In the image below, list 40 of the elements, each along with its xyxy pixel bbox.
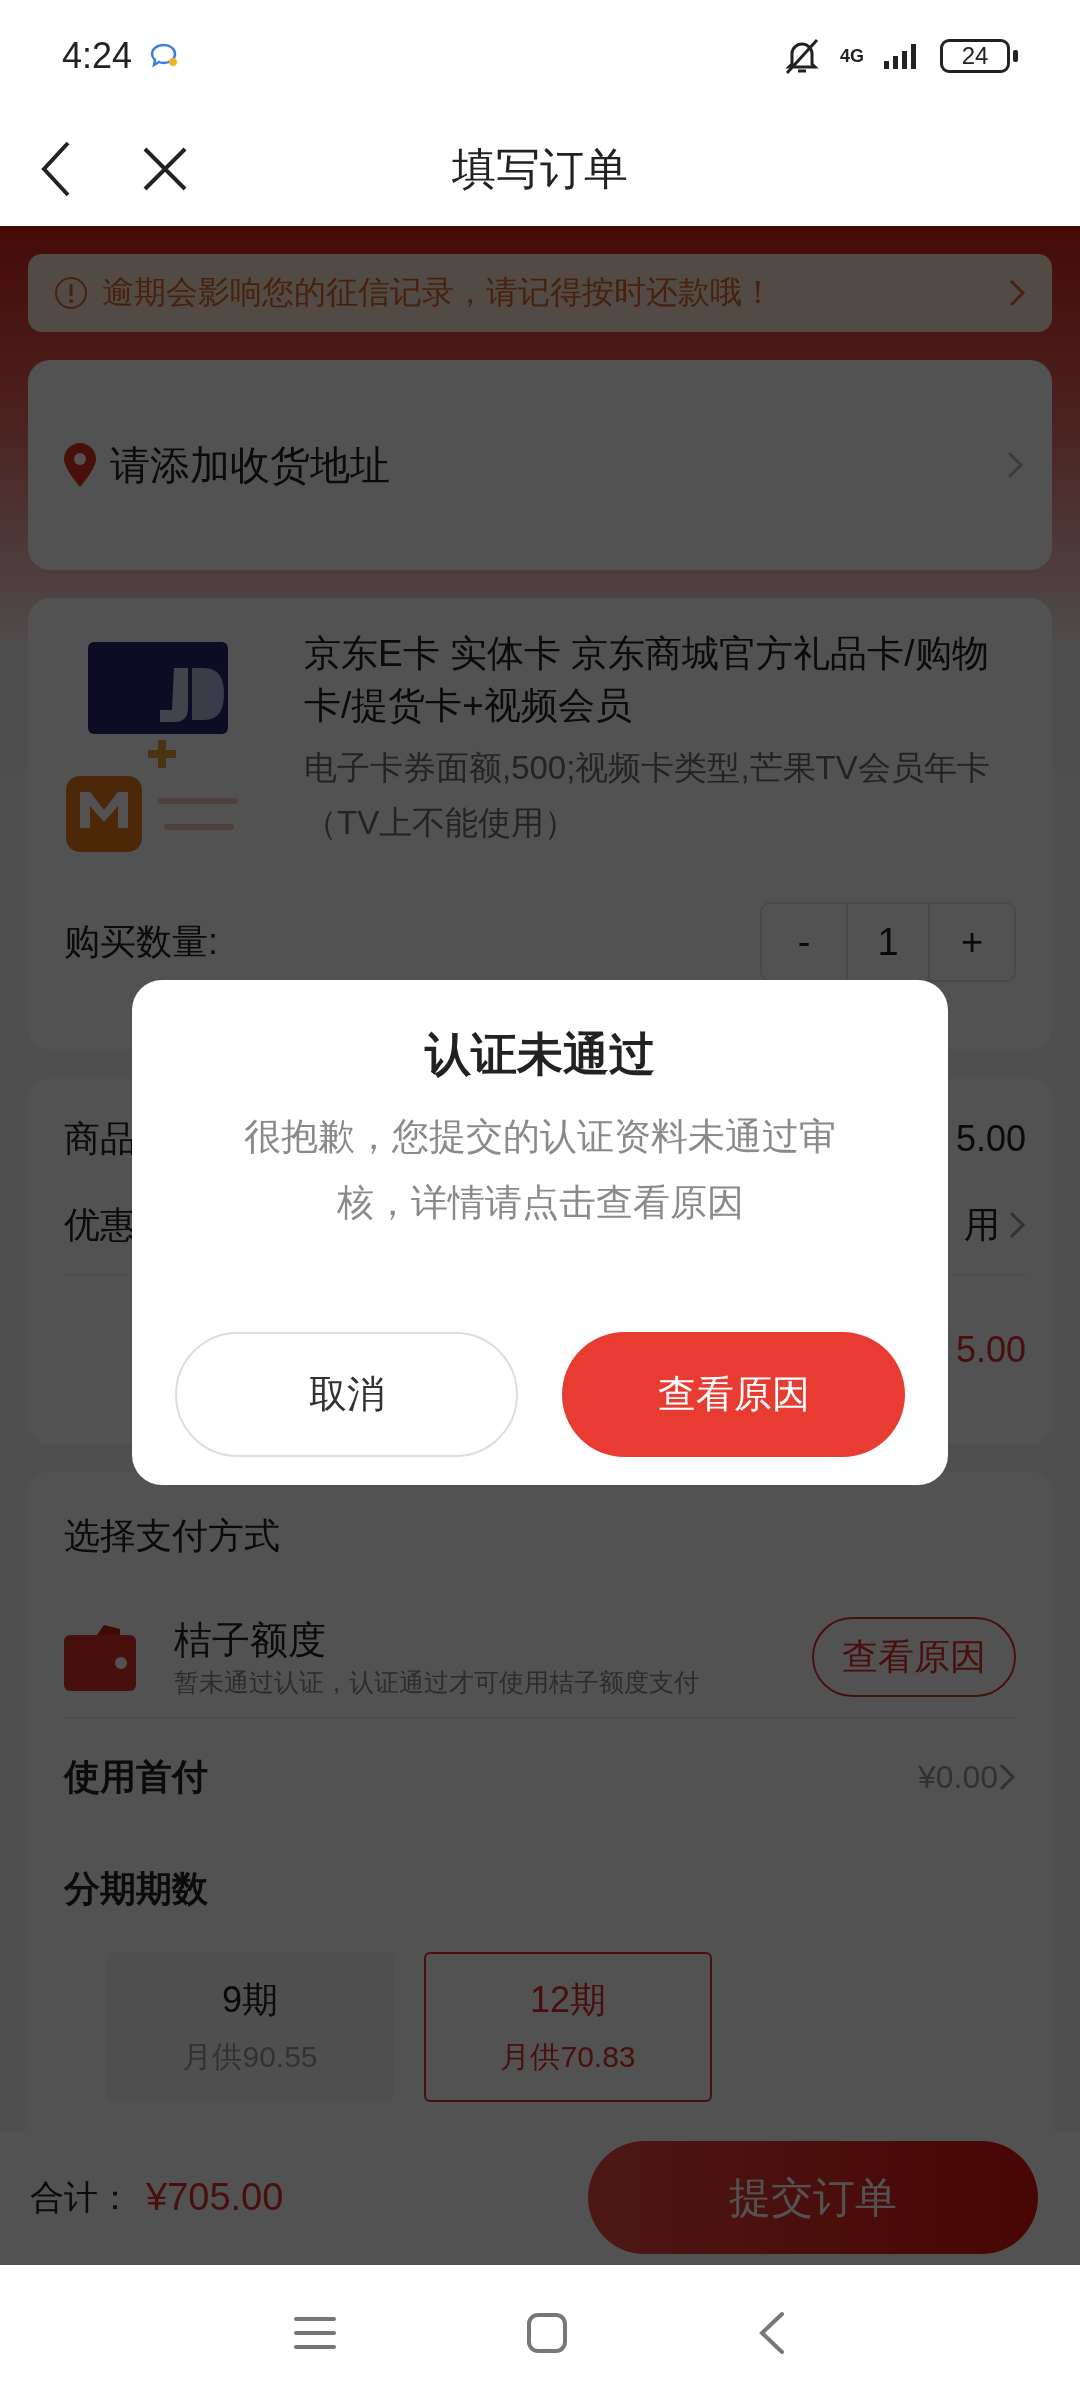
dialog-title: 认证未通过 [425, 1027, 655, 1082]
increment-button[interactable]: + [930, 904, 1014, 980]
wallet-icon [64, 1623, 136, 1691]
payment-method-name: 桔子额度 [174, 1618, 327, 1663]
page-title: 填写订单 [452, 142, 628, 195]
quantity-label: 购买数量: [64, 919, 218, 964]
total-value: ¥705.00 [146, 2176, 285, 2219]
dialog-message: 很抱歉，您提交的认证资料未通过审核，详情请点击查看原因 [243, 1115, 837, 1225]
status-time: 4:24 [62, 35, 133, 77]
installments-title: 分期期数 [64, 1867, 209, 1911]
chevron-right-icon [1008, 278, 1026, 308]
menu-button[interactable] [294, 2314, 336, 2351]
close-button[interactable] [142, 146, 188, 192]
discount-value[interactable]: 用 [964, 1200, 1000, 1250]
submit-order-button[interactable]: 提交订单 [588, 2141, 1038, 2254]
payment-title: 选择支付方式 [64, 1514, 281, 1558]
battery-indicator: 24 [940, 39, 1018, 73]
network-type: 4G [840, 47, 864, 65]
chevron-right-icon [998, 1762, 1016, 1792]
back-nav-button[interactable] [758, 2310, 786, 2355]
cancel-button[interactable]: 取消 [175, 1332, 518, 1457]
home-button[interactable] [526, 2311, 568, 2354]
address-card[interactable]: 请添加收货地址 [28, 360, 1052, 570]
down-payment-label: 使用首付 [64, 1754, 209, 1799]
price-value: 5.00 [955, 1118, 1026, 1160]
discount-label: 优惠 [64, 1202, 136, 1247]
notice-bar[interactable]: 逾期会影响您的征信记录，请记得按时还款哦！ [28, 254, 1052, 332]
confirm-button[interactable]: 查看原因 [562, 1332, 905, 1457]
installment-option[interactable]: 12期 月供70.83 [424, 1952, 712, 2102]
back-button[interactable] [40, 141, 72, 197]
view-reason-button[interactable]: 查看原因 [812, 1617, 1016, 1697]
notice-text: 逾期会影响您的征信记录，请记得按时还款哦！ [102, 273, 775, 312]
bell-muted-icon [782, 36, 822, 76]
subtotal-value: 5.00 [955, 1329, 1026, 1371]
warning-icon [54, 276, 88, 310]
chevron-right-icon [1008, 1210, 1026, 1240]
total-label: 合计： [30, 2176, 132, 2218]
product-title: 京东E卡 实体卡 京东商城官方礼品卡/购物卡/提货卡+视频会员 [304, 632, 990, 728]
address-placeholder: 请添加收货地址 [110, 441, 391, 489]
decrement-button[interactable]: - [762, 904, 846, 980]
